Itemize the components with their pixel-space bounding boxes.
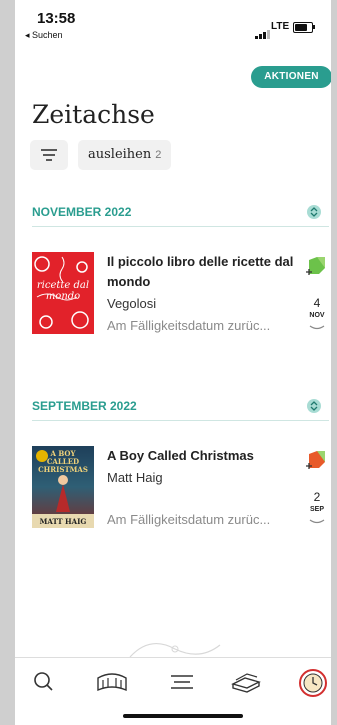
status-bar: 13:58 ◂ Suchen LTE [15, 0, 331, 46]
actions-button[interactable]: AKTIONEN [251, 66, 331, 88]
sort-icon [310, 207, 318, 217]
tab-search[interactable] [29, 668, 59, 696]
menu-icon [171, 675, 193, 689]
chevron-down-icon[interactable] [309, 518, 325, 526]
tab-shelf[interactable] [229, 668, 261, 696]
filter-button[interactable] [30, 140, 68, 170]
add-tag-icon[interactable] [303, 448, 331, 472]
book-title: Il piccolo libro delle ricette dal mondo [107, 254, 294, 289]
book-cover: A BOY CALLED CHRISTMAS MATT HAIG [32, 446, 94, 528]
book-stack-icon [231, 673, 261, 693]
book-status: Am Fälligkeitsdatum zurüc... [107, 318, 271, 333]
tab-menu[interactable] [167, 668, 197, 696]
section-header-november: NOVEMBER 2022 [32, 200, 329, 227]
filter-chip-label: ausleihen [88, 147, 152, 162]
status-time: 13:58 [37, 10, 76, 27]
phone-screen: 13:58 ◂ Suchen LTE AKTIONEN Zeitachse au… [15, 0, 331, 725]
decorative-swirl-icon [129, 642, 221, 658]
sort-toggle-button[interactable] [307, 205, 321, 219]
book-title: A Boy Called Christmas [107, 448, 254, 463]
section-title: SEPTEMBER 2022 [32, 399, 137, 413]
due-month: NOV [309, 312, 325, 319]
tab-timeline[interactable] [298, 668, 328, 697]
books-icon [97, 673, 127, 692]
clock-icon [299, 669, 327, 697]
signal-icon [255, 21, 271, 39]
battery-icon [293, 22, 313, 33]
book-author: Vegolosi [107, 296, 157, 311]
network-label: LTE [271, 21, 290, 32]
battery-tip [313, 25, 315, 29]
due-day: 4 [313, 296, 321, 310]
filter-chip-count: 2 [155, 149, 162, 161]
book-author: Matt Haig [107, 470, 163, 485]
book-status: Am Fälligkeitsdatum zurüc... [107, 512, 271, 527]
book-item[interactable]: A BOY CALLED CHRISTMAS MATT HAIG A Boy C… [32, 446, 331, 536]
due-month: SEP [309, 506, 324, 513]
book-item[interactable]: ricette dal mondo Il piccolo libro delle… [32, 252, 331, 342]
sort-toggle-button[interactable] [307, 399, 321, 413]
book-cover-text: A BOY CALLED CHRISTMAS [38, 449, 88, 474]
filter-icon [41, 149, 57, 161]
chevron-down-icon[interactable] [309, 324, 325, 332]
book-cover: ricette dal mondo [32, 252, 94, 334]
filter-chip[interactable]: ausleihen 2 [78, 140, 172, 170]
search-icon [34, 672, 53, 691]
page-title: Zeitachse [32, 100, 155, 129]
section-header-september: SEPTEMBER 2022 [32, 394, 329, 421]
back-to-app-link[interactable]: ◂ Suchen [25, 30, 63, 41]
home-indicator [123, 714, 243, 718]
due-day: 2 [313, 490, 321, 504]
book-cover-text: ricette dal mondo [36, 280, 90, 302]
sort-icon [310, 401, 318, 411]
add-tag-icon[interactable] [303, 254, 331, 278]
book-cover-author: MATT HAIG [39, 517, 87, 526]
tab-library[interactable] [95, 668, 127, 696]
section-title: NOVEMBER 2022 [32, 205, 132, 219]
